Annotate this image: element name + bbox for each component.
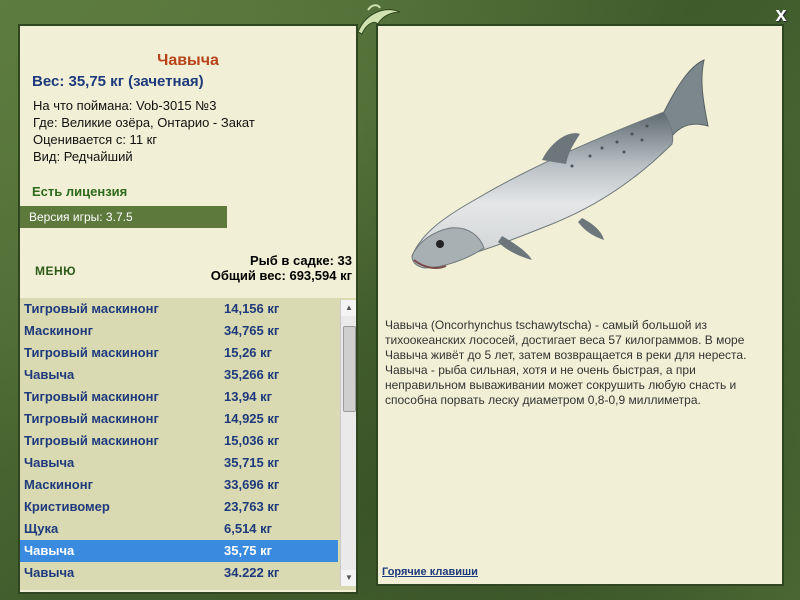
- list-item-weight: 13,94 кг: [224, 389, 273, 404]
- menu-button[interactable]: МЕНЮ: [35, 264, 76, 278]
- list-item[interactable]: Тигровый маскинонг 14,156 кг: [20, 298, 338, 320]
- list-item-weight: 35,75 кг: [224, 543, 273, 558]
- list-item-species: Чавыча: [24, 543, 75, 558]
- keep-net-total-weight: Общий вес: 693,594 кг: [210, 268, 352, 283]
- list-item[interactable]: Маскинонг 34,765 кг: [20, 320, 338, 342]
- list-item[interactable]: Маскинонг 33,696 кг: [20, 474, 338, 496]
- chinook-salmon-image: [411, 59, 709, 269]
- keep-net-count: Рыб в садке: 33: [249, 253, 352, 268]
- list-item-species: Кристивомер: [24, 499, 110, 514]
- list-item-species: Тигровый маскинонг: [24, 411, 159, 426]
- version-label: Версия игры: 3.7.5: [29, 210, 133, 224]
- list-item-weight: 6,514 кг: [224, 521, 273, 536]
- location-info: Где: Великие озёра, Онтарио - Закат: [33, 115, 255, 130]
- list-item-weight: 35,715 кг: [224, 455, 280, 470]
- list-item-species: Чавыча: [24, 565, 75, 580]
- fish-list-area: Тигровый маскинонг 14,156 кг Маскинонг 34,7…: [20, 298, 356, 590]
- list-item[interactable]: Кристивомер 23,763 кг: [20, 496, 338, 518]
- version-bar: Версия игры: 3.7.5: [20, 206, 227, 228]
- list-item[interactable]: Чавыча 35,75 кг: [20, 540, 338, 562]
- list-item-weight: 15,26 кг: [224, 345, 273, 360]
- list-item-species: Тигровый маскинонг: [24, 433, 159, 448]
- list-item[interactable]: Чавыча 35,266 кг: [20, 364, 338, 386]
- catch-info-panel: Чавыча Вес: 35,75 кг (зачетная) На что п…: [18, 24, 358, 594]
- list-item[interactable]: Чавыча 34.222 кг: [20, 562, 338, 584]
- triangle-down-icon[interactable]: ▼: [341, 570, 356, 586]
- list-item-species: Тигровый маскинонг: [24, 389, 159, 404]
- list-item-weight: 35,266 кг: [224, 367, 280, 382]
- list-item[interactable]: Тигровый маскинонг 13,94 кг: [20, 386, 338, 408]
- hotkeys-link[interactable]: Горячие клавиши: [382, 566, 478, 578]
- list-item-species: Тигровый маскинонг: [24, 301, 159, 316]
- list-item-species: Чавыча: [24, 455, 75, 470]
- scrollbar-thumb[interactable]: [343, 326, 356, 412]
- species-description: Чавыча (Oncorhynchus tschawytscha) - сам…: [385, 318, 747, 407]
- list-item-weight: 33,696 кг: [224, 477, 280, 492]
- list-item-species: Тигровый маскинонг: [24, 345, 159, 360]
- list-item[interactable]: Тигровый маскинонг 14,925 кг: [20, 408, 338, 430]
- close-icon[interactable]: x: [775, 4, 786, 26]
- triangle-up-icon[interactable]: ▲: [341, 300, 356, 316]
- price-info: Оценивается с: 11 кг: [33, 132, 158, 147]
- bait-info: На что поймана: Vob-3015 №3: [33, 98, 217, 113]
- rarity-info: Вид: Редчайший: [33, 149, 133, 164]
- list-item-species: Щука: [24, 521, 59, 536]
- license-status: Есть лицензия: [32, 184, 128, 199]
- catch-weight: Вес: 35,75 кг (зачетная): [32, 73, 204, 90]
- list-scrollbar[interactable]: ▲ ▼: [340, 300, 356, 586]
- list-item-weight: 34,765 кг: [224, 323, 280, 338]
- close-button[interactable]: x: [770, 4, 792, 26]
- list-item-species: Чавыча: [24, 367, 75, 382]
- list-item-weight: 34.222 кг: [224, 565, 280, 580]
- list-item-species: Маскинонг: [24, 477, 94, 492]
- list-item-weight: 23,763 кг: [224, 499, 280, 514]
- list-item[interactable]: Чавыча 35,715 кг: [20, 452, 338, 474]
- list-item-weight: 15,036 кг: [224, 433, 280, 448]
- list-item[interactable]: Тигровый маскинонг 15,26 кг: [20, 342, 338, 364]
- list-item[interactable]: Тигровый маскинонг 15,036 кг: [20, 430, 338, 452]
- species-title: Чавыча: [157, 52, 219, 69]
- list-item-weight: 14,156 кг: [224, 301, 280, 316]
- species-detail-panel: Чавыча (Oncorhynchus tschawytscha) - сам…: [376, 24, 784, 586]
- list-item-species: Маскинонг: [24, 323, 94, 338]
- list-item[interactable]: Щука 6,514 кг: [20, 518, 338, 540]
- keep-net-stats: Рыб в садке: 33 Общий вес: 693,594 кг: [211, 253, 352, 283]
- fish-list[interactable]: Тигровый маскинонг 14,156 кг Маскинонг 34,7…: [20, 298, 338, 590]
- list-item-weight: 14,925 кг: [224, 411, 280, 426]
